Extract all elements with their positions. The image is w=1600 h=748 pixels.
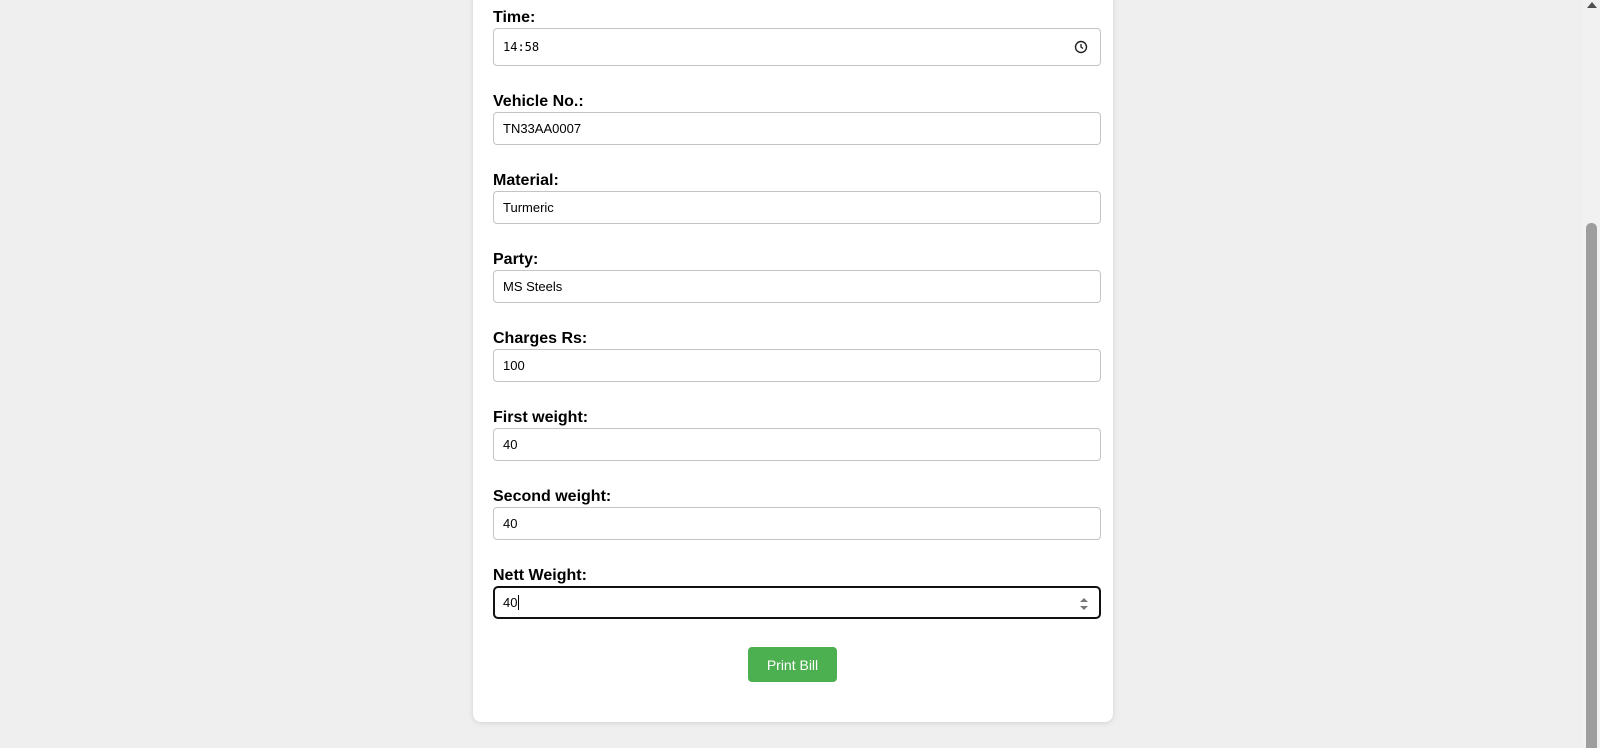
time-input[interactable]: 14:58 (493, 28, 1101, 66)
first-weight-value: 40 (503, 437, 518, 452)
vertical-scrollbar[interactable] (1583, 0, 1600, 748)
party-label: Party: (493, 251, 539, 268)
spinner-icon[interactable] (1079, 596, 1089, 612)
vehicle-no-label: Vehicle No.: (493, 93, 584, 110)
charges-label: Charges Rs: (493, 330, 588, 347)
charges-value: 100 (503, 358, 525, 373)
material-label: Material: (493, 172, 559, 189)
nett-weight-input[interactable]: 40 (493, 586, 1101, 619)
second-weight-value: 40 (503, 516, 518, 531)
scrollbar-thumb[interactable] (1586, 223, 1597, 748)
material-value: Turmeric (503, 200, 554, 215)
time-label: Time: (493, 9, 536, 26)
material-input[interactable]: Turmeric (493, 191, 1101, 224)
second-weight-input[interactable]: 40 (493, 507, 1101, 540)
clock-icon[interactable] (1074, 40, 1088, 54)
print-bill-button[interactable]: Print Bill (748, 647, 837, 682)
second-weight-label: Second weight: (493, 488, 612, 505)
party-input[interactable]: MS Steels (493, 270, 1101, 303)
party-value: MS Steels (503, 279, 563, 294)
time-value: 14:58 (503, 40, 540, 54)
nett-weight-label: Nett Weight: (493, 567, 587, 584)
nett-weight-value: 40 (503, 595, 518, 610)
first-weight-input[interactable]: 40 (493, 428, 1101, 461)
first-weight-label: First weight: (493, 409, 589, 426)
vehicle-no-value: TN33AA0007 (503, 121, 582, 136)
scroll-up-arrow-icon[interactable] (1587, 2, 1597, 8)
vehicle-no-input[interactable]: TN33AA0007 (493, 112, 1101, 145)
charges-input[interactable]: 100 (493, 349, 1101, 382)
text-caret (518, 595, 520, 610)
